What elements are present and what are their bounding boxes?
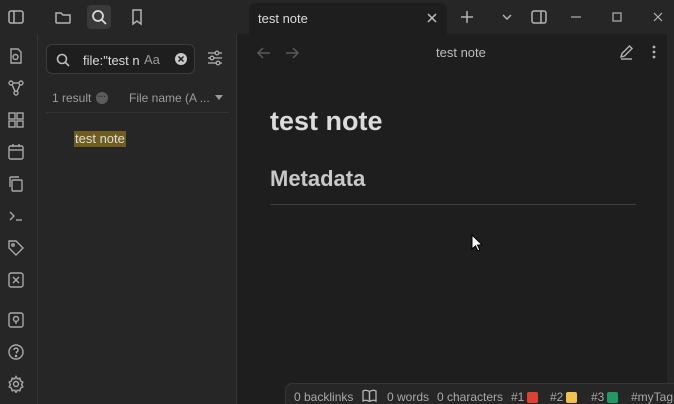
graph-icon[interactable] bbox=[7, 79, 25, 97]
terminal-icon[interactable] bbox=[7, 207, 25, 225]
file-open-icon[interactable] bbox=[7, 47, 25, 65]
tab-title: test note bbox=[258, 11, 308, 26]
folder-icon[interactable] bbox=[51, 5, 75, 29]
word-count: 0 words bbox=[387, 390, 430, 404]
search-field-icon bbox=[55, 52, 71, 68]
toggle-sidebar-icon[interactable] bbox=[4, 5, 28, 29]
toggle-right-sidebar-icon[interactable] bbox=[527, 5, 551, 29]
view-title[interactable]: test note bbox=[436, 45, 486, 60]
search-result-item[interactable]: test note bbox=[74, 131, 126, 147]
canvas-icon[interactable] bbox=[7, 111, 25, 129]
vault-icon[interactable] bbox=[7, 311, 25, 329]
result-count: 1 result bbox=[52, 91, 92, 105]
status-bar: 0 backlinks 0 words 0 characters #1 #2 #… bbox=[285, 383, 674, 404]
note-heading: Metadata bbox=[270, 166, 366, 191]
clear-search-icon[interactable] bbox=[174, 52, 188, 66]
chevron-down-icon[interactable] bbox=[495, 5, 519, 29]
search-query[interactable]: file:"test n bbox=[83, 53, 141, 68]
divider bbox=[46, 112, 229, 113]
search-panel: file:"test n Aa 1 result ··· File name (… bbox=[38, 34, 237, 404]
title-bar: test note bbox=[0, 0, 674, 34]
forward-arrow-icon[interactable] bbox=[284, 45, 300, 61]
maximize-icon[interactable] bbox=[605, 5, 629, 29]
tag-3-color bbox=[607, 392, 618, 403]
backlinks-count[interactable]: 0 backlinks bbox=[294, 390, 353, 404]
sort-dropdown[interactable]: File name (A ... bbox=[129, 91, 210, 105]
search-settings-icon[interactable] bbox=[206, 49, 224, 67]
tag-1-color bbox=[527, 392, 538, 403]
copy-icon[interactable] bbox=[7, 175, 25, 193]
search-icon[interactable] bbox=[87, 5, 111, 29]
chevron-down-icon[interactable] bbox=[215, 95, 223, 100]
horizontal-rule bbox=[270, 204, 636, 205]
tag-2-label[interactable]: #2 bbox=[550, 390, 563, 404]
gear-icon[interactable] bbox=[7, 375, 25, 393]
help-icon[interactable] bbox=[7, 343, 25, 361]
more-vertical-icon[interactable] bbox=[646, 44, 662, 60]
search-input[interactable]: file:"test n Aa bbox=[46, 44, 195, 74]
edit-icon[interactable] bbox=[618, 44, 634, 60]
mouse-cursor-icon bbox=[471, 234, 483, 252]
tag-icon[interactable] bbox=[7, 239, 25, 257]
close-icon[interactable] bbox=[425, 11, 439, 25]
match-case-toggle[interactable]: Aa bbox=[144, 52, 160, 67]
book-icon[interactable] bbox=[362, 389, 377, 402]
scrollbar[interactable] bbox=[667, 34, 674, 404]
tag-3-label[interactable]: #3 bbox=[591, 390, 604, 404]
minimize-icon[interactable] bbox=[564, 5, 588, 29]
back-arrow-icon[interactable] bbox=[256, 45, 272, 61]
box-x-icon[interactable] bbox=[7, 271, 25, 289]
character-count: 0 characters bbox=[437, 390, 504, 404]
ribbon bbox=[0, 34, 38, 404]
tag-1-label[interactable]: #1 bbox=[511, 390, 524, 404]
note-title: test note bbox=[270, 106, 383, 136]
tag-mytag-label[interactable]: #myTag bbox=[631, 390, 673, 404]
window-close-icon[interactable] bbox=[646, 5, 670, 29]
new-tab-icon[interactable] bbox=[455, 5, 479, 29]
tab-test-note[interactable]: test note bbox=[249, 3, 447, 34]
more-options-icon[interactable]: ··· bbox=[96, 92, 108, 104]
bookmark-icon[interactable] bbox=[125, 5, 149, 29]
tag-2-color bbox=[566, 392, 577, 403]
calendar-icon[interactable] bbox=[7, 143, 25, 161]
